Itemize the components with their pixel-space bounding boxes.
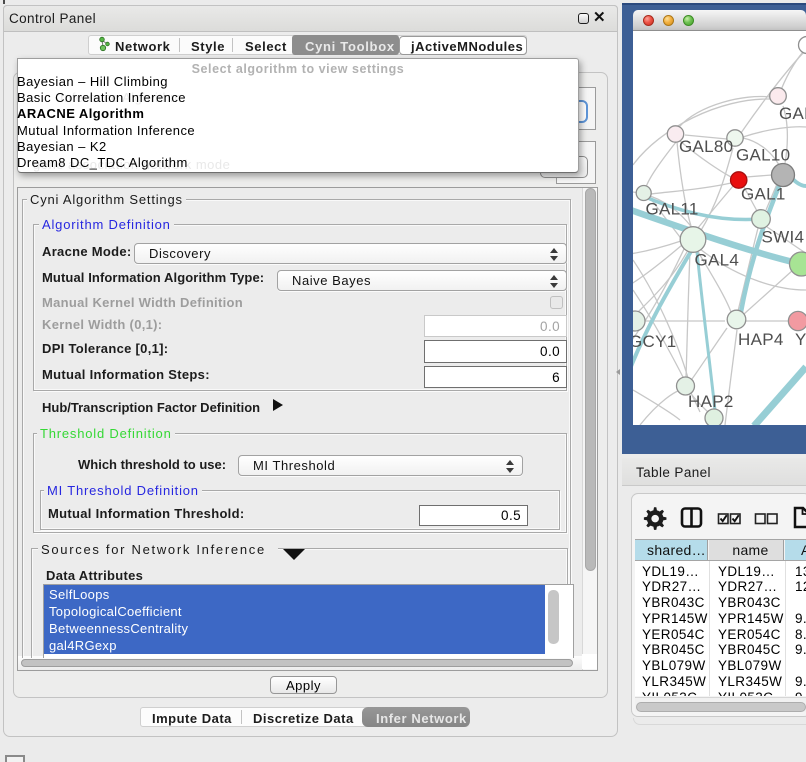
svg-text:HAP4: HAP4 (738, 330, 784, 349)
svg-text:GAL1: GAL1 (741, 185, 786, 204)
svg-text:GCY1: GCY1 (633, 332, 677, 351)
svg-text:GAL10: GAL10 (736, 146, 790, 165)
svg-text:GAL4: GAL4 (695, 251, 740, 270)
svg-text:SWI4: SWI4 (762, 228, 805, 247)
svg-text:GAL11: GAL11 (646, 200, 699, 219)
svg-text:HAP2: HAP2 (688, 392, 734, 411)
svg-text:GAL80: GAL80 (679, 137, 733, 156)
svg-text:Y: Y (795, 330, 806, 349)
svg-text:GAL: GAL (779, 104, 806, 123)
